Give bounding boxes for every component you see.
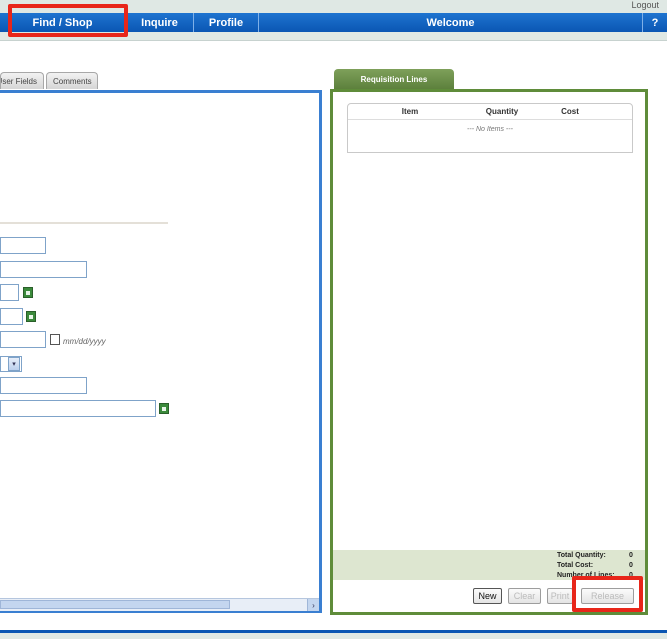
left-form-panel: [0, 90, 322, 613]
chevron-down-icon[interactable]: ▾: [8, 357, 20, 371]
column-header-item: Item: [401, 107, 419, 116]
total-cost-value: 0: [629, 562, 633, 569]
total-cost-label: Total Cost:: [557, 562, 594, 569]
column-header-cost: Cost: [561, 107, 579, 116]
nav-inquire[interactable]: Inquire: [126, 13, 194, 32]
clear-button[interactable]: Clear: [508, 588, 541, 604]
table-header: Item Quantity Cost: [348, 104, 632, 120]
nav-profile[interactable]: Profile: [194, 13, 259, 32]
column-header-quantity: Quantity: [485, 107, 519, 116]
tab-user-fields[interactable]: User Fields: [0, 72, 44, 89]
lookup-field-1[interactable]: [0, 284, 19, 301]
text-field-1[interactable]: [0, 237, 46, 254]
logout-link[interactable]: Logout: [631, 0, 659, 10]
scrollbar-thumb[interactable]: [0, 600, 230, 609]
bottom-strip: [0, 633, 667, 639]
total-quantity-label: Total Quantity:: [557, 552, 606, 559]
date-field[interactable]: [0, 331, 46, 348]
text-field-2[interactable]: [0, 261, 87, 278]
lookup-icon[interactable]: [26, 311, 36, 322]
lookup-icon[interactable]: [23, 287, 33, 298]
requisition-lines-table: Item Quantity Cost --- No Items ---: [347, 103, 633, 153]
text-field-3[interactable]: [0, 377, 87, 394]
total-quantity-value: 0: [629, 552, 633, 559]
empty-message: --- No Items ---: [467, 126, 513, 133]
date-format-hint: mm/dd/yyyy: [63, 337, 106, 346]
lookup-field-2[interactable]: [0, 308, 23, 325]
welcome-label: Welcome: [259, 13, 643, 32]
lookup-field-3[interactable]: [0, 400, 156, 417]
find-shop-highlight: [8, 4, 128, 37]
help-button[interactable]: ?: [643, 13, 667, 32]
left-tab-strip: User Fields Comments: [0, 72, 100, 89]
horizontal-scrollbar[interactable]: ›: [0, 598, 319, 611]
tab-comments[interactable]: Comments: [46, 72, 98, 89]
requisition-lines-panel: Item Quantity Cost --- No Items --- Tota…: [330, 89, 648, 615]
release-button-highlight: [572, 576, 643, 612]
lookup-icon[interactable]: [159, 403, 169, 414]
tab-requisition-lines[interactable]: Requisition Lines: [334, 69, 454, 90]
scroll-right-icon[interactable]: ›: [307, 599, 319, 611]
form-divider: [0, 222, 168, 224]
new-button[interactable]: New: [473, 588, 502, 604]
print-button[interactable]: Print: [547, 588, 573, 604]
calendar-icon[interactable]: [50, 334, 60, 345]
